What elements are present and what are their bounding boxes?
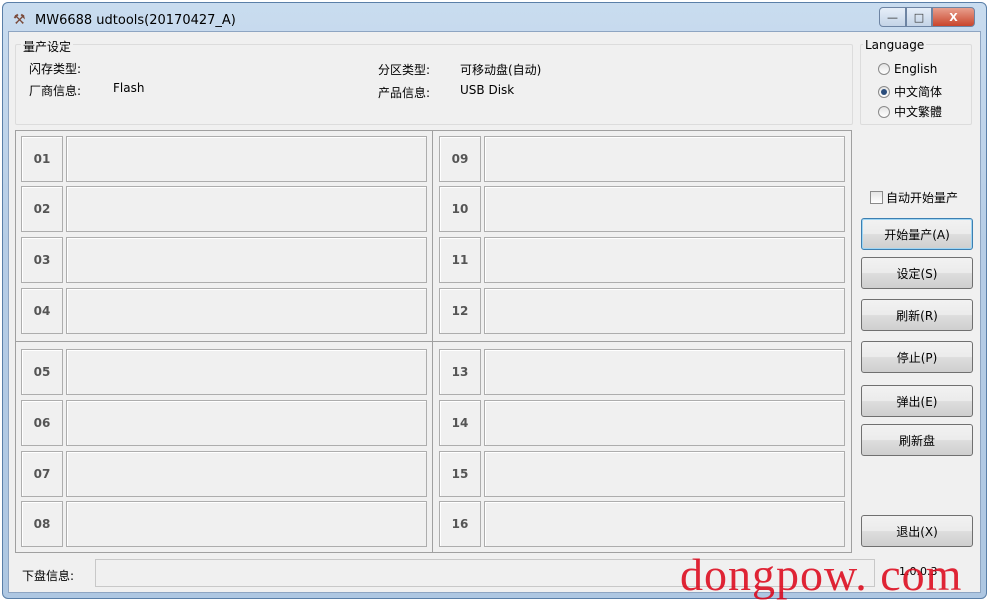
slot-number: 05 <box>21 349 63 395</box>
radio-icon <box>878 85 890 98</box>
slot-number: 13 <box>439 349 481 395</box>
slot-number: 12 <box>439 288 481 334</box>
radio-label: 中文简体 <box>894 85 943 99</box>
eject-button[interactable]: 弹出(E) <box>861 385 973 417</box>
slot-number: 10 <box>439 186 481 232</box>
vendor-value: Flash <box>113 81 145 95</box>
slot-status-field <box>484 136 845 182</box>
language-english-radio[interactable]: English <box>878 62 937 76</box>
slot-status-field <box>484 451 845 497</box>
settings-group-label: 量产设定 <box>21 38 74 55</box>
slot-status-field <box>484 349 845 395</box>
slot-status-field <box>66 451 427 497</box>
slot-number: 15 <box>439 451 481 497</box>
disk-info-label: 下盘信息: <box>22 569 75 583</box>
minimize-button[interactable]: — <box>879 7 906 27</box>
slot-number: 07 <box>21 451 63 497</box>
language-group-label: Language <box>863 38 927 52</box>
slot-status-field <box>66 501 427 547</box>
slot-number: 11 <box>439 237 481 283</box>
slot-status-field <box>484 186 845 232</box>
slot-number: 02 <box>21 186 63 232</box>
slot-number: 04 <box>21 288 63 334</box>
exit-button[interactable]: 退出(X) <box>861 515 973 547</box>
language-traditional-chinese-radio[interactable]: 中文繁體 <box>878 103 942 120</box>
slot-number: 06 <box>21 400 63 446</box>
partition-value: 可移动盘(自动) <box>460 63 542 77</box>
disk-info-field <box>95 559 875 587</box>
refresh-button[interactable]: 刷新(R) <box>861 299 973 331</box>
version-label: 1.0.0.3 <box>899 565 938 578</box>
slot-status-field <box>484 400 845 446</box>
window-title: MW6688 udtools(20170427_A) <box>35 13 236 28</box>
app-tools-icon: ⚒ <box>13 12 26 28</box>
slot-status-field <box>484 288 845 334</box>
flash-type-label: 闪存类型: <box>29 62 82 76</box>
refresh-disk-button[interactable]: 刷新盘 <box>861 424 973 456</box>
slot-number: 08 <box>21 501 63 547</box>
product-label: 产品信息: <box>378 86 431 100</box>
slot-status-field <box>66 288 427 334</box>
slot-status-field <box>484 237 845 283</box>
client-area: 量产设定 闪存类型: 厂商信息: Flash 分区类型: 可移动盘(自动) 产品… <box>8 31 981 593</box>
slot-number: 03 <box>21 237 63 283</box>
checkbox-icon <box>870 191 883 204</box>
slot-number: 09 <box>439 136 481 182</box>
stop-button[interactable]: 停止(P) <box>861 341 973 373</box>
slot-status-field <box>66 136 427 182</box>
radio-label: English <box>894 62 938 76</box>
product-value: USB Disk <box>460 83 515 97</box>
slot-status-field <box>66 186 427 232</box>
radio-label: 中文繁體 <box>894 105 943 119</box>
auto-start-checkbox[interactable]: 自动开始量产 <box>870 189 958 206</box>
slot-status-field <box>66 237 427 283</box>
language-simplified-chinese-radio[interactable]: 中文简体 <box>878 83 942 100</box>
slot-number: 16 <box>439 501 481 547</box>
radio-icon <box>878 63 890 75</box>
slots-horizontal-divider <box>15 341 852 342</box>
auto-start-label: 自动开始量产 <box>886 191 959 205</box>
start-production-button[interactable]: 开始量产(A) <box>861 218 973 250</box>
partition-label: 分区类型: <box>378 63 431 77</box>
maximize-button[interactable]: □ <box>906 7 932 27</box>
vendor-label: 厂商信息: <box>29 84 82 98</box>
close-button[interactable]: X <box>932 7 975 27</box>
slot-status-field <box>66 349 427 395</box>
slot-number: 14 <box>439 400 481 446</box>
slot-number: 01 <box>21 136 63 182</box>
settings-button[interactable]: 设定(S) <box>861 257 973 289</box>
slot-status-field <box>484 501 845 547</box>
radio-icon <box>878 105 890 118</box>
slot-status-field <box>66 400 427 446</box>
